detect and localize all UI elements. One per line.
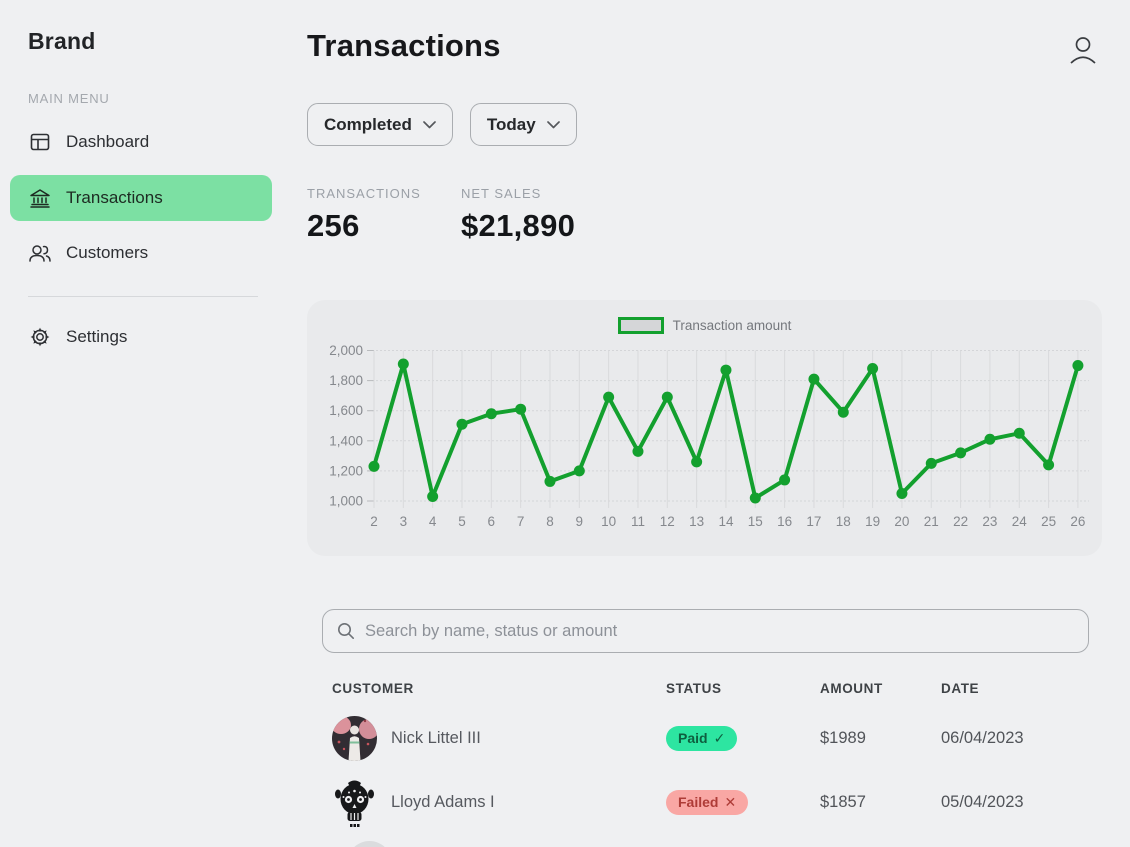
svg-text:6: 6 bbox=[488, 514, 496, 529]
chevron-down-icon bbox=[546, 120, 560, 129]
svg-text:26: 26 bbox=[1070, 514, 1085, 529]
sidebar-item-customers[interactable]: Customers bbox=[10, 230, 272, 276]
status-text: Paid bbox=[678, 730, 708, 746]
column-header-customer: CUSTOMER bbox=[332, 681, 414, 696]
svg-text:7: 7 bbox=[517, 514, 525, 529]
stat-transactions: TRANSACTIONS 256 bbox=[307, 186, 461, 244]
sidebar-item-transactions[interactable]: Transactions bbox=[10, 175, 272, 221]
svg-text:23: 23 bbox=[982, 514, 997, 529]
gear-icon bbox=[28, 325, 52, 349]
amount-cell: $1857 bbox=[820, 792, 866, 811]
status-filter-dropdown[interactable]: Completed bbox=[307, 103, 453, 146]
date-cell: 06/04/2023 bbox=[941, 728, 1024, 747]
svg-text:11: 11 bbox=[631, 514, 645, 529]
svg-text:19: 19 bbox=[865, 514, 880, 529]
svg-text:4: 4 bbox=[429, 514, 437, 529]
sidebar-item-dashboard[interactable]: Dashboard bbox=[10, 119, 272, 165]
stat-value: $21,890 bbox=[461, 208, 576, 243]
svg-text:18: 18 bbox=[836, 514, 851, 529]
sidebar-item-label: Dashboard bbox=[66, 132, 150, 151]
table-header: CUSTOMER STATUS AMOUNT DATE bbox=[322, 681, 1089, 696]
page-title: Transactions bbox=[307, 28, 501, 63]
svg-text:8: 8 bbox=[546, 514, 554, 529]
status-text: Failed bbox=[678, 794, 719, 810]
search-input[interactable] bbox=[365, 621, 1074, 641]
transactions-chart-card: Transaction amount 1,000 1,200 1,400 1,600 1… bbox=[307, 300, 1102, 556]
main-content: Transactions Completed Today TRANSACTION… bbox=[307, 0, 1130, 847]
sidebar-item-label: Transactions bbox=[66, 188, 163, 207]
svg-text:9: 9 bbox=[576, 514, 584, 529]
avatar bbox=[332, 715, 377, 761]
svg-text:17: 17 bbox=[806, 514, 821, 529]
svg-text:15: 15 bbox=[748, 514, 763, 529]
status-filter-value: Completed bbox=[324, 114, 412, 134]
svg-text:1,800: 1,800 bbox=[329, 373, 363, 388]
stat-net-sales: NET SALES $21,890 bbox=[461, 186, 575, 244]
status-badge: Failed ✕ bbox=[666, 789, 749, 815]
svg-text:24: 24 bbox=[1012, 514, 1028, 529]
svg-text:5: 5 bbox=[458, 514, 466, 529]
sidebar-item-label: Settings bbox=[66, 327, 128, 346]
svg-text:2: 2 bbox=[370, 514, 378, 529]
date-filter-value: Today bbox=[486, 114, 536, 134]
svg-text:12: 12 bbox=[660, 514, 675, 529]
svg-text:22: 22 bbox=[953, 514, 968, 529]
customer-name: Nick Littel III bbox=[391, 728, 481, 747]
sidebar-divider bbox=[28, 296, 258, 297]
svg-text:16: 16 bbox=[777, 514, 792, 529]
svg-text:1,200: 1,200 bbox=[329, 463, 363, 478]
transaction-amount-line-chart: 1,0001,2001,4001,6001,8002,0002 3 4 5 6 7 8 9 10… bbox=[329, 343, 1089, 529]
amount-cell: $1989 bbox=[820, 728, 866, 747]
search-icon bbox=[337, 622, 355, 640]
chevron-down-icon bbox=[422, 120, 436, 129]
search-bar[interactable] bbox=[322, 609, 1089, 653]
svg-text:10: 10 bbox=[601, 514, 616, 529]
table-row[interactable]: Lloyd Adams I Failed ✕ $1857 05/04/2023 bbox=[322, 770, 1089, 834]
x-icon: ✕ bbox=[724, 793, 737, 810]
sidebar-item-label: Customers bbox=[66, 243, 149, 262]
avatar bbox=[332, 780, 377, 827]
svg-text:13: 13 bbox=[689, 514, 704, 529]
customers-icon bbox=[28, 241, 52, 265]
svg-text:1,000: 1,000 bbox=[329, 494, 363, 509]
customer-cell: Lloyd Adams I bbox=[322, 780, 666, 827]
column-header-amount: AMOUNT bbox=[820, 681, 883, 696]
stat-label: TRANSACTIONS bbox=[307, 186, 421, 201]
avatar bbox=[347, 841, 392, 847]
svg-text:25: 25 bbox=[1041, 514, 1056, 529]
svg-text:14: 14 bbox=[718, 514, 734, 529]
date-filter-dropdown[interactable]: Today bbox=[469, 103, 577, 146]
app-root: Brand MAIN MENU Dashboard Transactions C… bbox=[0, 0, 1130, 847]
column-header-date: DATE bbox=[941, 681, 980, 696]
status-badge: Paid ✓ bbox=[666, 725, 738, 751]
svg-text:1,600: 1,600 bbox=[329, 403, 363, 418]
stat-value: 256 bbox=[307, 208, 360, 243]
status-cell: Failed ✕ bbox=[666, 789, 820, 815]
sidebar: Brand MAIN MENU Dashboard Transactions C… bbox=[0, 0, 292, 847]
person-icon bbox=[1068, 34, 1104, 66]
dashboard-icon bbox=[28, 130, 52, 154]
column-header-status: STATUS bbox=[666, 681, 722, 696]
stats-row: TRANSACTIONS 256 NET SALES $21,890 bbox=[307, 186, 575, 244]
customer-cell: Nick Littel III bbox=[322, 715, 666, 761]
stat-label: NET SALES bbox=[461, 186, 542, 201]
check-icon: ✓ bbox=[713, 729, 726, 746]
bank-icon bbox=[28, 186, 52, 210]
svg-text:2,000: 2,000 bbox=[329, 343, 363, 358]
table-body: Nick Littel III Paid ✓ $1989 06/04/2023 bbox=[322, 706, 1089, 847]
filter-bar: Completed Today bbox=[307, 103, 577, 146]
status-cell: Paid ✓ bbox=[666, 725, 820, 751]
customer-name: Lloyd Adams I bbox=[391, 792, 495, 811]
sidebar-item-settings[interactable]: Settings bbox=[10, 314, 272, 360]
user-profile-button[interactable] bbox=[1068, 32, 1104, 68]
sidebar-section-label: MAIN MENU bbox=[28, 91, 110, 106]
svg-text:3: 3 bbox=[400, 514, 408, 529]
svg-text:21: 21 bbox=[924, 514, 939, 529]
brand-logo: Brand bbox=[28, 28, 96, 54]
table-row[interactable]: Nick Littel III Paid ✓ $1989 06/04/2023 bbox=[322, 706, 1089, 770]
svg-text:1,400: 1,400 bbox=[329, 433, 363, 448]
svg-text:20: 20 bbox=[894, 514, 909, 529]
date-cell: 05/04/2023 bbox=[941, 792, 1024, 811]
